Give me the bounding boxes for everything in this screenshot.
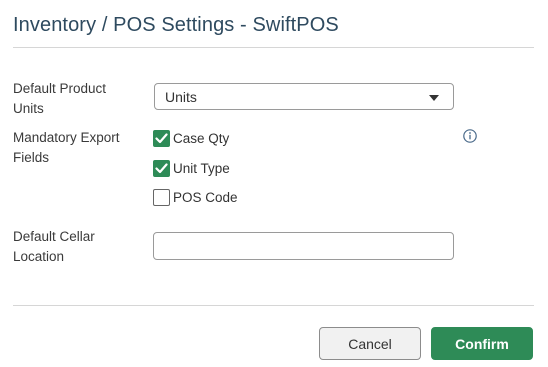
dialog-title: Inventory / POS Settings - SwiftPOS (13, 14, 339, 36)
default-product-units-label-line2: Units (13, 100, 44, 116)
confirm-button[interactable]: Confirm (431, 327, 533, 360)
checkmark-icon (155, 132, 168, 143)
default-product-units-select[interactable]: Units (154, 83, 454, 110)
checkbox-checked[interactable] (153, 129, 170, 147)
default-cellar-location-label-line2: Location (13, 248, 65, 264)
default-cellar-location-label-line1: Default Cellar (13, 229, 95, 244)
checkbox-unit-type[interactable]: Unit Type (153, 159, 230, 177)
default-product-units-label: Default Product Units (13, 79, 138, 118)
checkbox-case-qty[interactable]: Case Qty (153, 129, 229, 147)
checkmark-icon (155, 162, 168, 173)
default-cellar-location-label: Default Cellar Location (13, 227, 138, 266)
info-icon[interactable] (463, 129, 477, 143)
cancel-button[interactable]: Cancel (319, 327, 421, 360)
checkbox-label: POS Code (173, 189, 238, 205)
default-cellar-location-input[interactable] (153, 232, 454, 260)
footer-divider (13, 305, 534, 306)
default-product-units-label-line1: Default Product (13, 81, 107, 96)
default-product-units-value: Units (165, 88, 197, 105)
mandatory-export-fields-label-line2: Fields (13, 149, 50, 165)
checkbox-pos-code[interactable]: POS Code (153, 188, 238, 206)
checkbox-label: Unit Type (173, 160, 230, 176)
checkbox-unchecked[interactable] (153, 188, 170, 206)
header-divider (13, 47, 534, 48)
checkbox-checked[interactable] (153, 159, 170, 177)
mandatory-export-fields-label: Mandatory Export Fields (13, 128, 138, 167)
caret-down-icon (429, 95, 439, 101)
checkbox-label: Case Qty (173, 130, 230, 146)
mandatory-export-fields-label-line1: Mandatory Export (13, 130, 120, 145)
